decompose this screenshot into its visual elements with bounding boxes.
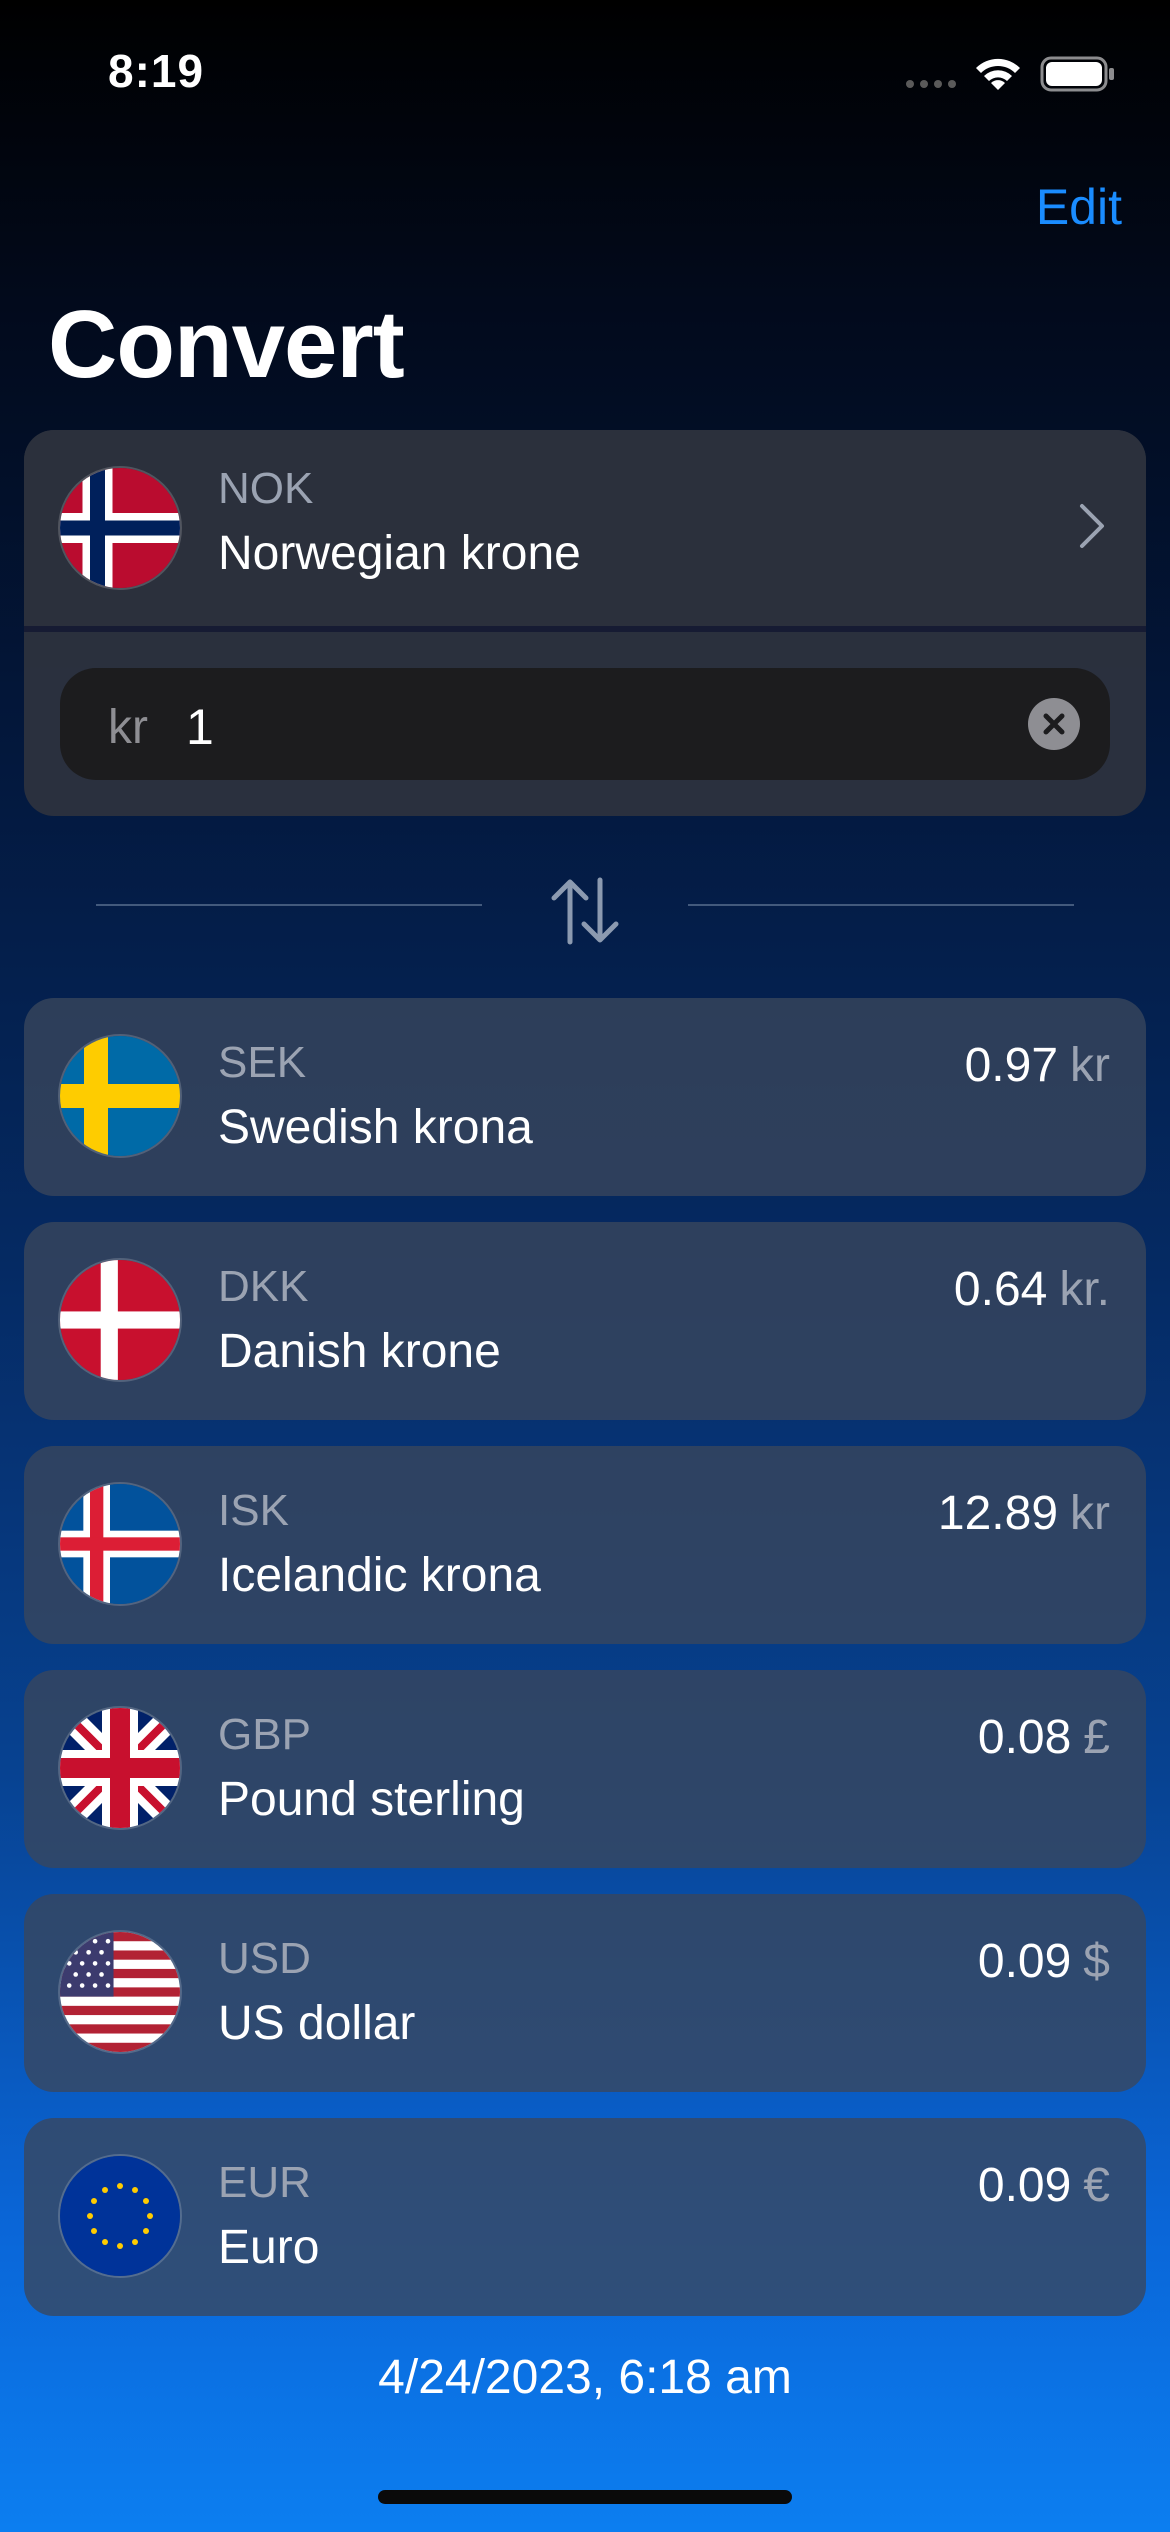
source-currency-code: NOK bbox=[218, 464, 314, 513]
iceland-flag-icon bbox=[60, 1484, 180, 1604]
converted-value: 0.09 € bbox=[977, 2159, 1110, 2212]
currency-name: Icelandic krona bbox=[218, 1549, 541, 1602]
source-currency-selector[interactable]: NOK Norwegian krone bbox=[24, 430, 1146, 626]
status-bar: 8:19 bbox=[0, 0, 1170, 140]
eu-flag-icon bbox=[60, 2156, 180, 2276]
divider bbox=[24, 626, 1146, 632]
uk-flag-icon bbox=[60, 1708, 180, 1828]
amount-input[interactable]: kr 1 bbox=[60, 668, 1110, 780]
currency-code: DKK bbox=[218, 1262, 309, 1311]
source-currency-name: Norwegian krone bbox=[218, 527, 581, 580]
source-currency-card: NOK Norwegian krone kr 1 bbox=[24, 430, 1146, 816]
amount-value[interactable]: 1 bbox=[186, 698, 214, 756]
divider bbox=[96, 904, 482, 906]
currency-name: Pound sterling bbox=[218, 1773, 525, 1826]
converted-value: 0.64 kr. bbox=[953, 1263, 1110, 1316]
last-updated-timestamp: 4/24/2023, 6:18 am bbox=[378, 2351, 792, 2404]
currency-code: GBP bbox=[218, 1710, 311, 1759]
converted-value: 0.09 $ bbox=[977, 1935, 1110, 1988]
converted-value: 0.08 £ bbox=[977, 1711, 1110, 1764]
rate-card-dkk[interactable]: DKK Danish krone 0.64 kr. bbox=[24, 1222, 1146, 1420]
currency-code: USD bbox=[218, 1934, 311, 1983]
rate-card-eur[interactable]: EUR Euro 0.09 € bbox=[24, 2118, 1146, 2316]
currency-code: ISK bbox=[218, 1486, 289, 1535]
denmark-flag-icon bbox=[60, 1260, 180, 1380]
converted-value: 0.97 kr bbox=[964, 1039, 1110, 1092]
cellular-signal-icon bbox=[906, 80, 956, 88]
status-time: 8:19 bbox=[108, 45, 205, 97]
currency-name: Swedish krona bbox=[218, 1101, 533, 1154]
currency-name: US dollar bbox=[218, 1997, 416, 2050]
currency-name: Euro bbox=[218, 2221, 320, 2274]
wifi-icon bbox=[976, 58, 1020, 90]
currency-name: Danish krone bbox=[218, 1325, 501, 1378]
swap-arrows-icon[interactable] bbox=[548, 876, 622, 946]
rate-card-sek[interactable]: SEK Swedish krona 0.97 kr bbox=[24, 998, 1146, 1196]
swap-row bbox=[0, 860, 1170, 950]
currency-code: SEK bbox=[218, 1038, 307, 1087]
chevron-right-icon bbox=[1080, 504, 1104, 548]
rate-card-usd[interactable]: USD US dollar 0.09 $ bbox=[24, 1894, 1146, 2092]
converted-value: 12.89 kr bbox=[937, 1487, 1110, 1540]
sweden-flag-icon bbox=[60, 1036, 180, 1156]
norway-flag-icon bbox=[60, 468, 180, 588]
battery-icon bbox=[1040, 56, 1114, 92]
amount-currency-symbol: kr bbox=[108, 701, 148, 754]
currency-code: EUR bbox=[218, 2158, 311, 2207]
edit-button[interactable]: Edit bbox=[1036, 178, 1122, 236]
us-flag-icon bbox=[60, 1932, 180, 2052]
clear-icon bbox=[1043, 713, 1065, 735]
clear-button[interactable] bbox=[1028, 698, 1080, 750]
home-indicator[interactable] bbox=[378, 2490, 792, 2504]
page-title: Convert bbox=[48, 291, 405, 398]
rate-card-isk[interactable]: ISK Icelandic krona 12.89 kr bbox=[24, 1446, 1146, 1644]
rate-card-gbp[interactable]: GBP Pound sterling 0.08 £ bbox=[24, 1670, 1146, 1868]
divider bbox=[688, 904, 1074, 906]
